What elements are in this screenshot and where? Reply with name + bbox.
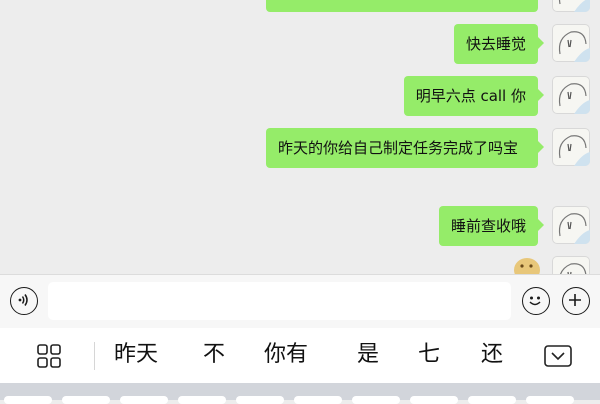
ime-candidate[interactable]: 还: [481, 340, 503, 370]
keyboard-key[interactable]: [410, 396, 458, 404]
ime-candidate[interactable]: 七: [418, 340, 440, 370]
voice-icon: [19, 294, 29, 307]
emoji-button[interactable]: [522, 287, 550, 315]
ime-candidate[interactable]: 是: [357, 340, 379, 370]
keyboard-key[interactable]: [468, 396, 516, 404]
voice-button[interactable]: [10, 287, 38, 315]
keyboard-key[interactable]: [178, 396, 226, 404]
keyboard-key[interactable]: [4, 396, 52, 404]
message-bubble[interactable]: 睡前查收哦: [438, 206, 545, 246]
chevron-down-icon: [544, 345, 572, 367]
message-input[interactable]: [48, 282, 511, 320]
message-bubble[interactable]: [266, 0, 538, 12]
keyboard-key[interactable]: [236, 396, 284, 404]
message-row: 明早六点 call 你: [403, 76, 590, 116]
keyboard-key[interactable]: [526, 396, 574, 404]
message-row: 睡前查收哦: [438, 206, 590, 246]
input-bar: [0, 274, 600, 328]
collapse-keyboard-button[interactable]: [544, 345, 572, 367]
avatar[interactable]: [552, 24, 590, 62]
avatar[interactable]: [552, 0, 590, 12]
message-bubble[interactable]: 昨天的你给自己制定任务完成了吗宝: [266, 128, 544, 168]
keyboard-key[interactable]: [120, 396, 168, 404]
more-button[interactable]: [562, 287, 590, 315]
keyboard-key[interactable]: [62, 396, 110, 404]
ime-menu-button[interactable]: [36, 344, 62, 368]
sticker-image[interactable]: [512, 256, 542, 274]
ime-candidate[interactable]: 不: [203, 340, 225, 370]
plus-icon: [569, 294, 582, 307]
keyboard-key[interactable]: [352, 396, 400, 404]
message-text: 昨天的你给自己制定任务完成了吗宝: [278, 139, 519, 157]
emoji-icon: [529, 296, 541, 306]
message-text: 睡前查收哦: [450, 217, 526, 235]
avatar[interactable]: [552, 76, 590, 114]
grid-icon: [37, 344, 61, 368]
ime-candidate[interactable]: 你有: [264, 340, 308, 370]
avatar[interactable]: [552, 128, 590, 166]
ime-candidate-bar: 昨天 不 你有 是 七 还: [0, 328, 600, 383]
message-text: 快去睡觉: [465, 35, 526, 53]
chat-area: 快去睡觉 明早六点 call 你 昨天的你给自己制定任务完成了吗宝 睡前查收哦: [0, 0, 600, 274]
avatar[interactable]: [552, 206, 590, 244]
divider: [94, 342, 95, 370]
message-bubble[interactable]: 明早六点 call 你: [403, 76, 545, 116]
avatar[interactable]: [552, 256, 590, 274]
message-row: 快去睡觉: [453, 24, 590, 64]
keyboard-key[interactable]: [294, 396, 342, 404]
keyboard: [0, 383, 600, 404]
message-bubble[interactable]: 快去睡觉: [453, 24, 545, 64]
ime-candidate[interactable]: 昨天: [114, 340, 158, 370]
message-text: 明早六点 call 你: [415, 87, 526, 105]
message-row: 昨天的你给自己制定任务完成了吗宝: [266, 128, 590, 168]
message-row: [266, 0, 590, 12]
